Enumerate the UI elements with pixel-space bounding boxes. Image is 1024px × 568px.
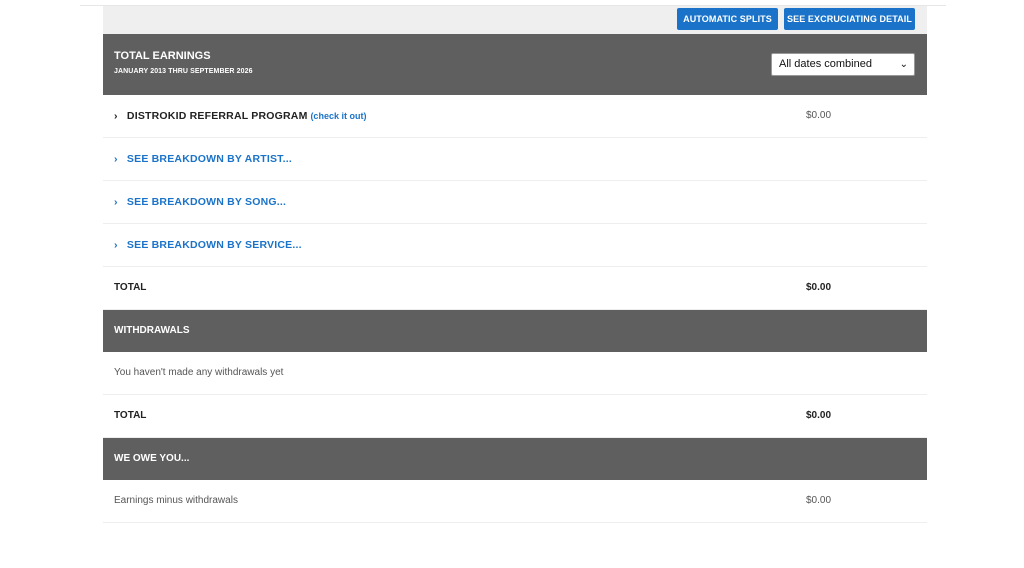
earnings-minus-withdrawals-label: Earnings minus withdrawals bbox=[114, 495, 238, 506]
we-owe-you-header: WE OWE YOU... bbox=[103, 438, 927, 480]
breakdown-by-service-row[interactable]: › SEE BREAKDOWN BY SERVICE... bbox=[103, 224, 927, 267]
we-owe-you-row: Earnings minus withdrawals $0.00 bbox=[103, 480, 927, 523]
breakdown-by-artist-link[interactable]: SEE BREAKDOWN BY ARTIST... bbox=[127, 153, 292, 165]
withdrawals-total-row: TOTAL $0.00 bbox=[103, 395, 927, 438]
referral-amount: $0.00 bbox=[806, 110, 832, 121]
automatic-splits-button[interactable]: AUTOMATIC SPLITS bbox=[677, 8, 778, 30]
earnings-panel: AUTOMATIC SPLITS SEE EXCRUCIATING DETAIL… bbox=[103, 6, 927, 523]
we-owe-you-amount: $0.00 bbox=[806, 495, 832, 506]
breakdown-by-song-link[interactable]: SEE BREAKDOWN BY SONG... bbox=[127, 196, 286, 208]
see-excruciating-detail-button[interactable]: SEE EXCRUCIATING DETAIL bbox=[784, 8, 915, 30]
chevron-right-icon: › bbox=[114, 110, 118, 122]
withdrawals-empty-text: You haven't made any withdrawals yet bbox=[114, 367, 284, 378]
withdrawals-title: WITHDRAWALS bbox=[114, 325, 190, 336]
earnings-total-row: TOTAL $0.00 bbox=[103, 267, 927, 310]
chevron-right-icon: › bbox=[114, 239, 118, 251]
we-owe-you-title: WE OWE YOU... bbox=[114, 453, 190, 464]
chevron-right-icon: › bbox=[114, 153, 118, 165]
referral-program-row[interactable]: › DISTROKID REFERRAL PROGRAM (check it o… bbox=[103, 95, 927, 138]
date-range-select[interactable]: All dates combined ⌄ bbox=[771, 53, 915, 76]
breakdown-by-service-link[interactable]: SEE BREAKDOWN BY SERVICE... bbox=[127, 239, 302, 251]
chevron-down-icon: ⌄ bbox=[899, 59, 908, 70]
check-it-out-link[interactable]: (check it out) bbox=[310, 111, 366, 121]
total-earnings-title: TOTAL EARNINGS bbox=[114, 50, 211, 62]
referral-program-label: DISTROKID REFERRAL PROGRAM bbox=[126, 110, 308, 122]
date-range-label: JANUARY 2013 THRU SEPTEMBER 2026 bbox=[114, 68, 253, 75]
earnings-toolbar: AUTOMATIC SPLITS SEE EXCRUCIATING DETAIL bbox=[103, 6, 927, 34]
earnings-total-amount: $0.00 bbox=[806, 282, 832, 293]
total-earnings-header: TOTAL EARNINGS JANUARY 2013 THRU SEPTEMB… bbox=[103, 34, 927, 95]
breakdown-by-artist-row[interactable]: › SEE BREAKDOWN BY ARTIST... bbox=[103, 138, 927, 181]
withdrawals-total-amount: $0.00 bbox=[806, 410, 832, 421]
chevron-right-icon: › bbox=[114, 196, 118, 208]
withdrawals-empty-row: You haven't made any withdrawals yet bbox=[103, 352, 927, 395]
withdrawals-header: WITHDRAWALS bbox=[103, 310, 927, 352]
earnings-total-label: TOTAL bbox=[114, 282, 147, 293]
breakdown-by-song-row[interactable]: › SEE BREAKDOWN BY SONG... bbox=[103, 181, 927, 224]
date-select-value: All dates combined bbox=[779, 58, 872, 70]
withdrawals-total-label: TOTAL bbox=[114, 410, 147, 421]
